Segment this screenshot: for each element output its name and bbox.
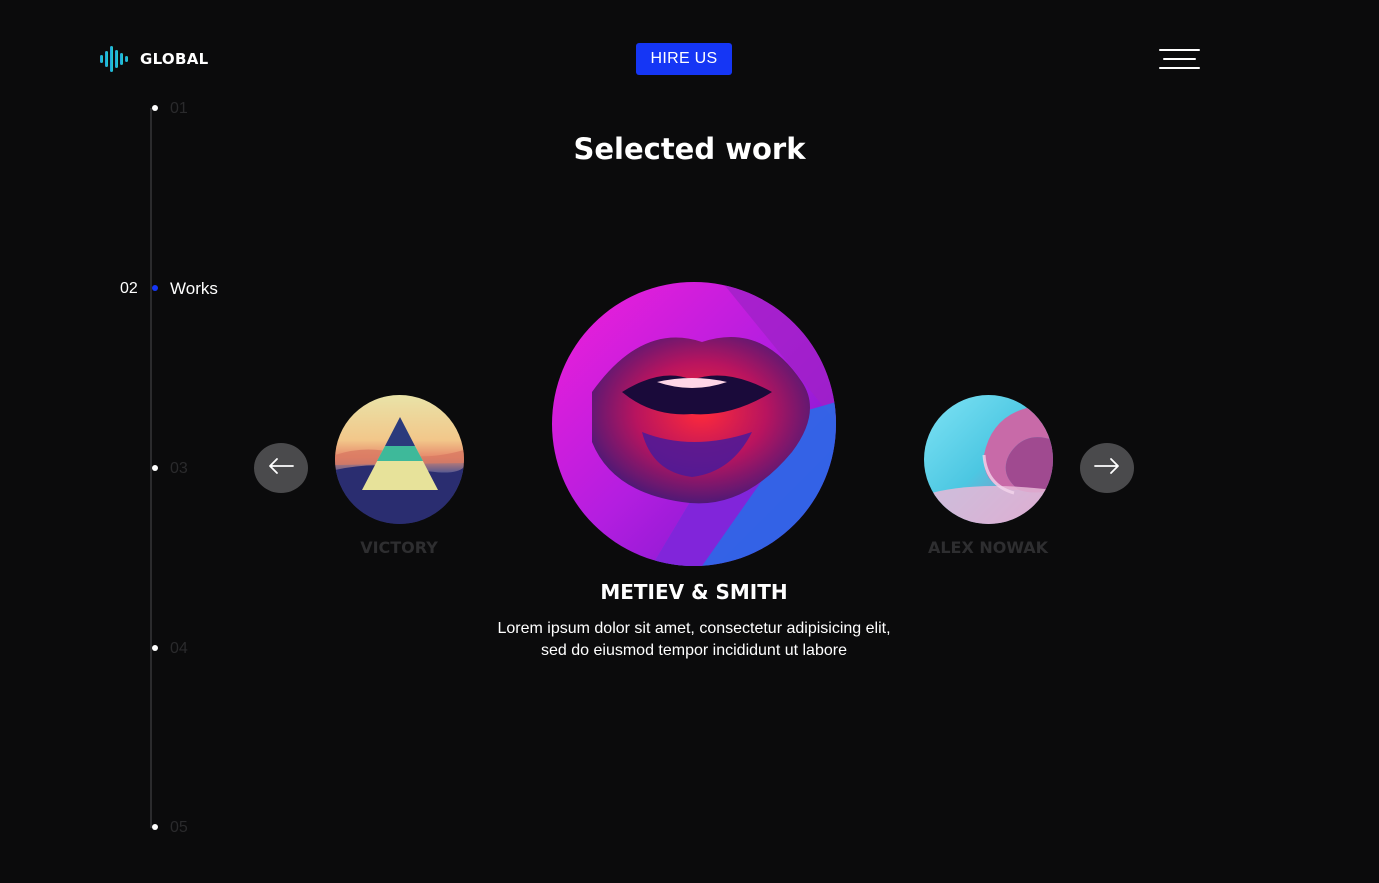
- timeline-number-04[interactable]: 04: [170, 640, 188, 658]
- logo[interactable]: GLOBAL: [99, 45, 209, 73]
- work-name-victory[interactable]: VICTORY: [299, 538, 499, 557]
- timeline-number-02[interactable]: 02: [120, 280, 138, 298]
- timeline-dot-04[interactable]: [152, 645, 158, 651]
- timeline-number-03[interactable]: 03: [170, 460, 188, 478]
- work-thumbnail-victory[interactable]: [335, 395, 464, 524]
- sound-wave-icon: [99, 45, 132, 73]
- hamburger-menu-icon[interactable]: [1159, 47, 1200, 71]
- next-button[interactable]: [1080, 443, 1134, 493]
- pink-wave-image: [924, 395, 1053, 524]
- hire-us-button[interactable]: HIRE US: [636, 43, 732, 75]
- featured-work-name[interactable]: METIEV & SMITH: [494, 580, 894, 604]
- arrow-left-icon: [267, 457, 295, 480]
- timeline-number-01[interactable]: 01: [170, 100, 188, 118]
- logo-text: GLOBAL: [140, 50, 209, 68]
- section-title: Selected work: [573, 132, 806, 166]
- work-thumbnail-featured[interactable]: [552, 282, 836, 566]
- arrow-right-icon: [1093, 457, 1121, 480]
- timeline-dot-03[interactable]: [152, 465, 158, 471]
- featured-work-description: Lorem ipsum dolor sit amet, consectetur …: [497, 620, 891, 659]
- neon-lips-image: [552, 282, 836, 566]
- work-thumbnail-alex-nowak[interactable]: [924, 395, 1053, 524]
- timeline-dot-05[interactable]: [152, 824, 158, 830]
- prev-button[interactable]: [254, 443, 308, 493]
- timeline-number-05[interactable]: 05: [170, 819, 188, 837]
- timeline-dot-01[interactable]: [152, 105, 158, 111]
- work-name-alex-nowak[interactable]: ALEX NOWAK: [888, 538, 1088, 557]
- timeline-label-works[interactable]: Works: [170, 279, 218, 299]
- triangle-sunset-image: [335, 395, 464, 524]
- timeline-dot-02-active[interactable]: [152, 285, 158, 291]
